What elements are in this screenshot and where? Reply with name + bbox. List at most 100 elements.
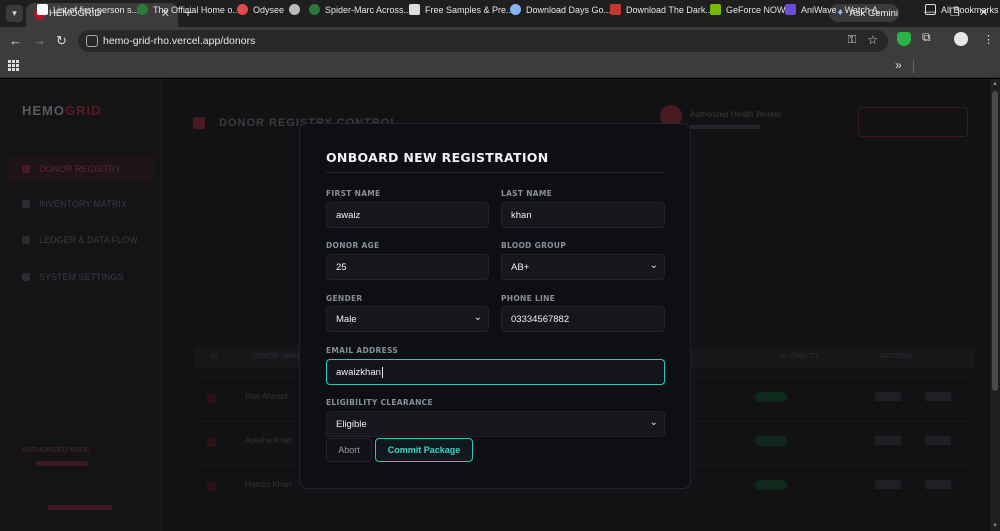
logo-prefix: HEMO: [22, 103, 65, 118]
column-header: DONOR NAME: [253, 353, 302, 360]
add-donor-button[interactable]: [858, 107, 968, 137]
apps-grid-icon[interactable]: [8, 60, 19, 71]
extensions-puzzle-icon[interactable]: ⧉: [922, 30, 936, 44]
bookmarks-divider: [913, 60, 914, 73]
bookmark-label: Download Days Go...: [526, 4, 612, 15]
blood-group-select[interactable]: AB+ ⌄: [501, 254, 665, 280]
bookmark-item[interactable]: List of first-person s...: [37, 4, 139, 15]
logo-suffix: GRID: [65, 103, 102, 118]
scroll-down-icon[interactable]: ▼: [992, 523, 998, 529]
status-badge: [755, 480, 787, 490]
bookmark-label: The Official Home o...: [153, 4, 240, 15]
forward-button[interactable]: →: [33, 33, 46, 48]
first-name-input[interactable]: awaiz: [326, 202, 489, 228]
scroll-thumb[interactable]: [992, 91, 998, 391]
bookmark-item[interactable]: Download The Dark...: [610, 4, 713, 15]
delete-button[interactable]: [925, 436, 951, 445]
email-label: EMAIL ADDRESS: [326, 346, 399, 355]
bookmark-star-icon[interactable]: ☆: [867, 33, 878, 47]
sidebar-item-label: DONOR REGISTRY: [39, 164, 121, 174]
leaf-icon: [309, 4, 320, 15]
sidebar-item-label: SYSTEM SETTINGS: [39, 272, 124, 282]
bookmark-label: AniWave - Watch A...: [801, 4, 886, 15]
all-bookmarks-label: All Bookmarks: [941, 4, 999, 15]
row-icon: [207, 482, 216, 491]
last-name-value: khan: [511, 209, 532, 221]
row-icon: [207, 438, 216, 447]
sidebar-item-label: INVENTORY MATRIX: [39, 199, 127, 209]
bookmark-label: GeForce NOW: [726, 4, 786, 15]
bookmark-label: List of first-person s...: [53, 4, 140, 15]
last-name-input[interactable]: khan: [501, 202, 665, 228]
email-input[interactable]: awaizkhan: [326, 359, 665, 385]
row-icon: [207, 394, 216, 403]
status-badge: [755, 436, 787, 446]
odysee-icon: [237, 4, 248, 15]
eligibility-select[interactable]: Eligible ⌄: [326, 411, 665, 437]
more-bookmarks-button[interactable]: »: [895, 58, 902, 72]
bookmark-item[interactable]: Odysee: [237, 4, 284, 15]
profile-subtitle: [690, 125, 760, 129]
bookmark-item[interactable]: GeForce NOW: [710, 4, 786, 15]
commit-package-button[interactable]: Commit Package: [375, 438, 473, 462]
text-caret: [381, 366, 383, 378]
url-text: hemo-grid-rho.vercel.app/donors: [103, 35, 256, 47]
bookmark-item[interactable]: Download Days Go...: [510, 4, 611, 15]
eligibility-label: ELIGIBILITY CLEARANCE: [326, 398, 433, 407]
modal-title: ONBOARD NEW REGISTRATION: [326, 150, 549, 165]
status-badge: [755, 392, 787, 402]
bookmark-label: Spider-Marc Across...: [325, 4, 412, 15]
phone-value: 03334567882: [511, 313, 570, 325]
gender-label: GENDER: [326, 294, 363, 303]
site-info-icon[interactable]: [86, 35, 98, 47]
delete-button[interactable]: [925, 392, 951, 401]
sidebar-item-ledger[interactable]: LEDGER & DATA FLOW: [8, 227, 154, 253]
sidebar: HEMOGRID DONOR REGISTRY INVENTORY MATRIX…: [0, 79, 162, 531]
bookmark-item[interactable]: Spider-Marc Across...: [309, 4, 411, 15]
first-name-value: awaiz: [336, 209, 361, 221]
phone-input[interactable]: 03334567882: [501, 306, 665, 332]
abort-button[interactable]: Abort: [326, 438, 372, 462]
sidebar-item-donor-registry[interactable]: DONOR REGISTRY: [8, 156, 154, 182]
donor-age-input[interactable]: 25: [326, 254, 489, 280]
bookmark-item[interactable]: Free Samples & Pre...: [409, 4, 514, 15]
bookmark-item[interactable]: [289, 4, 300, 15]
back-button[interactable]: ←: [9, 33, 22, 48]
scroll-up-icon[interactable]: ▲: [992, 81, 998, 87]
sidebar-item-inventory[interactable]: INVENTORY MATRIX: [8, 191, 154, 217]
download-icon: [610, 4, 621, 15]
profile-avatar-icon[interactable]: [954, 32, 968, 46]
browser-menu-icon[interactable]: ⋮: [983, 33, 994, 46]
password-key-icon[interactable]: ⚿: [848, 34, 856, 47]
delete-button[interactable]: [925, 480, 951, 489]
all-bookmarks-button[interactable]: All Bookmarks: [925, 4, 999, 15]
profile-name: Authorized Health Worker: [690, 110, 782, 119]
chevron-down-icon: ⌄: [649, 417, 658, 428]
edit-button[interactable]: [875, 480, 901, 489]
edit-button[interactable]: [875, 392, 901, 401]
phone-label: PHONE LINE: [501, 294, 556, 303]
email-value: awaizkhan: [336, 366, 381, 378]
page-scrollbar[interactable]: ▲ ▼: [990, 79, 1000, 531]
donor-age-label: DONOR AGE: [326, 241, 380, 250]
chevron-down-icon: ⌄: [649, 260, 658, 271]
column-header: ELIGIBILITY: [780, 353, 820, 360]
bookmark-label: Free Samples & Pre...: [425, 4, 514, 15]
sidebar-item-settings[interactable]: SYSTEM SETTINGS: [8, 264, 154, 290]
donor-name: Ayesha Khan: [245, 436, 293, 445]
bookmarks-bar: [0, 56, 1000, 78]
geforce-icon: [710, 4, 721, 15]
ledger-icon: [22, 236, 30, 244]
reload-button[interactable]: ↻: [56, 33, 67, 49]
bookmark-item[interactable]: AniWave - Watch A...: [785, 4, 885, 15]
shield-extension-icon[interactable]: [897, 32, 911, 46]
bookmark-item[interactable]: The Official Home o...: [137, 4, 240, 15]
tab-search-button[interactable]: ▾: [6, 5, 23, 22]
download-icon: [510, 4, 521, 15]
edit-button[interactable]: [875, 436, 901, 445]
gender-select[interactable]: Male ⌄: [326, 306, 489, 332]
last-name-label: LAST NAME: [501, 189, 553, 198]
logout-link[interactable]: [48, 505, 112, 510]
blood-group-label: BLOOD GROUP: [501, 241, 567, 250]
address-bar[interactable]: hemo-grid-rho.vercel.app/donors ⚿ ☆: [78, 30, 888, 52]
